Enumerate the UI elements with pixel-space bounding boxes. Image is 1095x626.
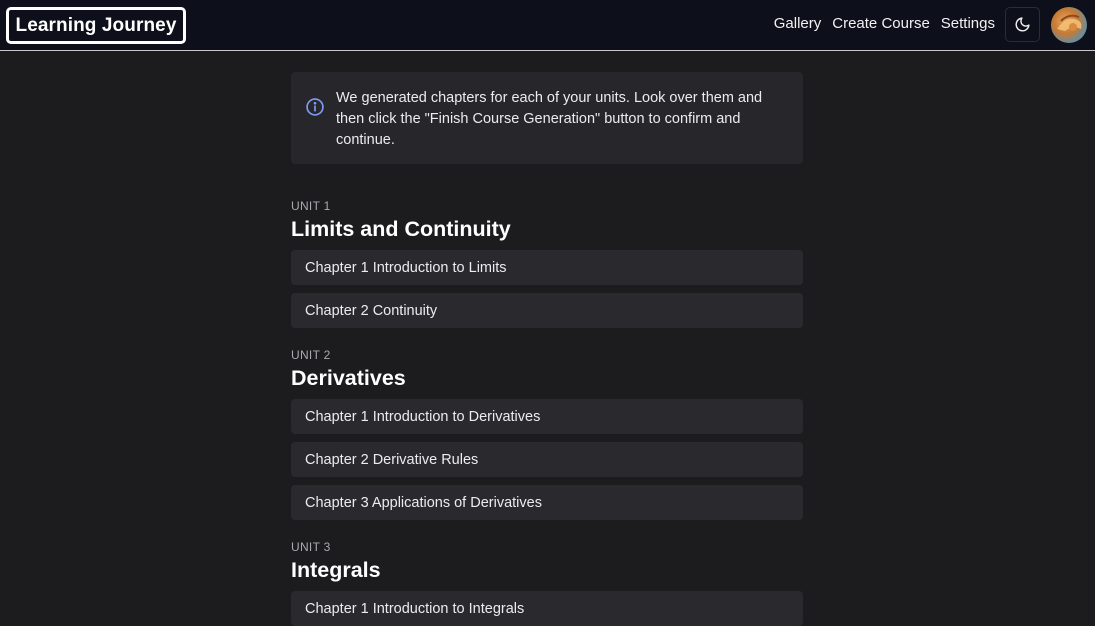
chapter-item[interactable]: Chapter 1 Introduction to Derivatives	[291, 399, 803, 434]
unit-label: UNIT 3	[291, 540, 331, 554]
unit-3: UNIT 3 Integrals Chapter 1 Introduction …	[291, 540, 803, 626]
chapter-item[interactable]: Chapter 1 Introduction to Limits	[291, 250, 803, 285]
unit-title: Integrals	[291, 558, 381, 582]
theme-toggle-button[interactable]	[1005, 7, 1040, 42]
unit-label: UNIT 1	[291, 199, 331, 213]
chapter-item[interactable]: Chapter 2 Derivative Rules	[291, 442, 803, 477]
unit-1: UNIT 1 Limits and Continuity Chapter 1 I…	[291, 199, 803, 328]
unit-title: Derivatives	[291, 366, 406, 390]
info-alert: We generated chapters for each of your u…	[291, 72, 803, 164]
nav-links: Gallery Create Course Settings	[774, 15, 995, 32]
avatar-image	[1057, 14, 1082, 31]
chapter-item[interactable]: Chapter 3 Applications of Derivatives	[291, 485, 803, 520]
unit-title: Limits and Continuity	[291, 217, 511, 241]
unit-label: UNIT 2	[291, 348, 331, 362]
chapter-item[interactable]: Chapter 2 Continuity	[291, 293, 803, 328]
chapter-item[interactable]: Chapter 1 Introduction to Integrals	[291, 591, 803, 626]
info-icon	[306, 98, 324, 116]
nav-settings[interactable]: Settings	[941, 15, 995, 32]
avatar[interactable]	[1051, 7, 1087, 43]
alert-message: We generated chapters for each of your u…	[336, 90, 763, 148]
logo[interactable]: Learning Journey	[6, 7, 186, 44]
unit-2: UNIT 2 Derivatives Chapter 1 Introductio…	[291, 348, 803, 520]
nav-gallery[interactable]: Gallery	[774, 15, 822, 32]
nav-create-course[interactable]: Create Course	[832, 15, 930, 32]
top-navbar: Learning Journey Gallery Create Course S…	[0, 0, 1095, 51]
main-content: We generated chapters for each of your u…	[291, 72, 803, 626]
moon-icon	[1015, 17, 1030, 32]
